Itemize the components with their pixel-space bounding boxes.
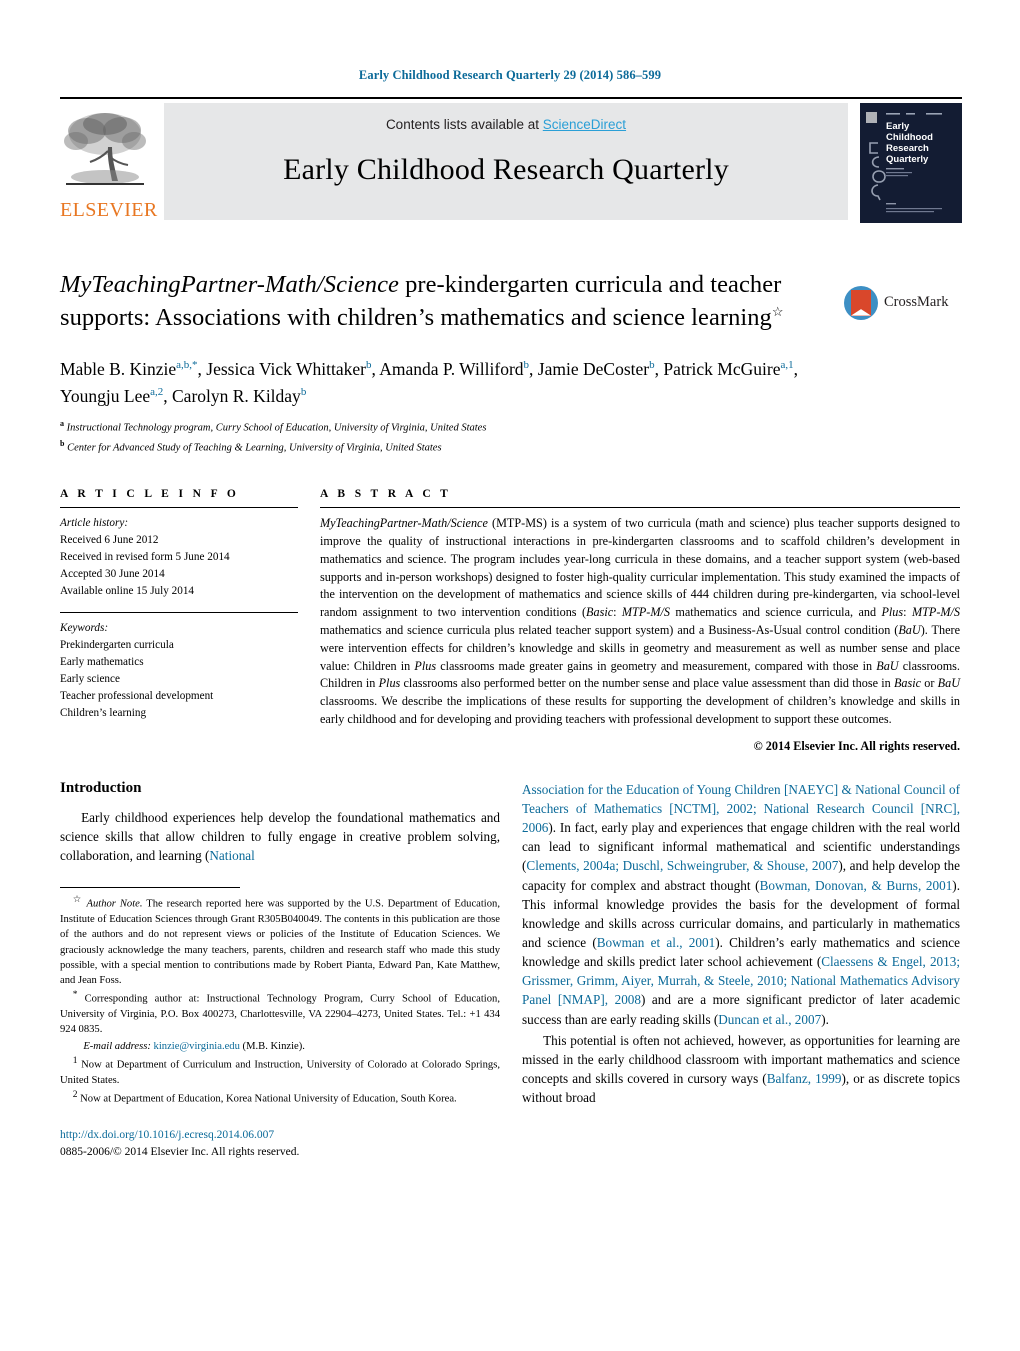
journal-cover-thumbnail: Early Childhood Research Quarterly	[860, 103, 962, 223]
keyword-item: Early mathematics	[60, 656, 144, 669]
footnote-note-2: 2 Now at Department of Education, Korea …	[72, 1089, 457, 1105]
abstract-heading: A B S T R A C T	[320, 488, 452, 501]
journal-title: Early Childhood Research Quarterly	[283, 153, 729, 186]
intro-paragraph-left: Early childhood experiences help develop…	[60, 809, 500, 864]
divider	[320, 507, 960, 509]
title-italic-part: MyTeachingPartner-Math/Science	[60, 271, 399, 298]
title-area: MyTeachingPartner-Math/Science pre-kinde…	[60, 269, 960, 334]
paper-page: Early Childhood Research Quarterly 29 (2…	[0, 0, 1020, 1351]
title-footnote-marker: ☆	[771, 303, 784, 319]
contents-prefix: Contents lists available at	[385, 117, 543, 132]
divider	[60, 612, 298, 614]
footnote-note-1: 1 Now at Department of Curriculum and In…	[60, 1055, 500, 1086]
abstract-column: A B S T R A C T MyTeachingPartner-Math/S…	[320, 488, 960, 754]
svg-text:Research: Research	[886, 143, 929, 154]
footnote-author-note: ☆ Author Note. The research reported her…	[60, 895, 500, 987]
author-affil-mark: b	[300, 385, 307, 398]
body-column-left: Introduction Early childhood experiences…	[60, 780, 500, 1161]
article-history: Article history: Received 6 June 2012 Re…	[60, 515, 298, 600]
affiliation-mark-b: b	[60, 438, 65, 448]
crossmark-badge[interactable]: CrossMark	[844, 269, 960, 334]
article-history-label: Article history:	[60, 517, 129, 530]
keyword-item: Teacher professional development	[60, 690, 214, 703]
abstract-text: MyTeachingPartner-Math/Science (MTP-MS) …	[320, 516, 961, 727]
introduction-heading: Introduction	[60, 779, 142, 796]
keyword-item: Children’s learning	[60, 707, 147, 720]
info-abstract-row: A R T I C L E I N F O Article history: R…	[60, 488, 960, 754]
journal-masthead: ELSEVIER Contents lists available at Sci…	[60, 97, 962, 223]
affiliation-b: b Center for Advanced Study of Teaching …	[60, 438, 960, 456]
affiliation-mark-a: a	[60, 419, 64, 429]
abstract-copyright: © 2014 Elsevier Inc. All rights reserved…	[753, 738, 960, 753]
author-affil-mark: b	[365, 359, 372, 372]
footnote-corresponding-author: * Corresponding author at: Instructional…	[60, 990, 500, 1036]
sciencedirect-link[interactable]: ScienceDirect	[543, 117, 626, 132]
svg-text:Childhood: Childhood	[886, 132, 933, 143]
contents-lists-line: Contents lists available at ScienceDirec…	[164, 103, 848, 132]
affiliation-text-a: Instructional Technology program, Curry …	[66, 422, 487, 434]
article-info-column: A R T I C L E I N F O Article history: R…	[60, 488, 298, 754]
author-list: Mable B. Kinziea,b,*, Jessica Vick Whitt…	[60, 359, 798, 406]
divider	[60, 507, 298, 509]
elsevier-tree-icon	[60, 107, 150, 199]
keyword-item: Prekindergarten curricula	[60, 639, 174, 652]
svg-text:Quarterly: Quarterly	[886, 154, 929, 165]
author-affil-mark: a,2	[150, 385, 164, 398]
history-item: Accepted 30 June 2014	[60, 568, 165, 581]
keywords-block: Keywords: Prekindergarten curricula Earl…	[60, 620, 298, 722]
elsevier-wordmark: ELSEVIER	[60, 199, 158, 221]
keyword-item: Early science	[60, 673, 120, 686]
keywords-label: Keywords:	[60, 622, 109, 635]
author-affil-mark: b	[649, 359, 655, 372]
footnote-rule	[60, 887, 240, 894]
author-corresponding-mark: *	[192, 359, 198, 372]
author-affil-mark: b	[523, 359, 530, 372]
footnote-email[interactable]: E-mail address: kinzie@virginia.edu (M.B…	[60, 1039, 500, 1054]
crossmark-label: CrossMark	[884, 294, 949, 311]
issn-copyright-line: 0885-2006/© 2014 Elsevier Inc. All right…	[60, 1145, 300, 1158]
page-title: MyTeachingPartner-Math/Science pre-kinde…	[60, 269, 844, 334]
running-head: Early Childhood Research Quarterly 29 (2…	[358, 68, 662, 82]
article-info-heading: A R T I C L E I N F O	[60, 488, 240, 501]
intro-paragraph-right-2: This potential is often not achieved, ho…	[522, 1032, 961, 1106]
crossmark-icon	[844, 285, 878, 320]
affiliation-text-b: Center for Advanced Study of Teaching & …	[67, 442, 442, 454]
history-item: Available online 15 July 2014	[60, 585, 195, 598]
author-affil-mark: a,1	[780, 359, 794, 372]
author-affil-mark: a,b,	[176, 359, 193, 372]
history-item: Received 6 June 2012	[60, 534, 159, 547]
body-column-right: Association for the Education of Young C…	[522, 780, 960, 1161]
affiliation-a: a Instructional Technology program, Curr…	[60, 418, 960, 436]
svg-text:Early: Early	[886, 121, 910, 132]
history-item: Received in revised form 5 June 2014	[60, 551, 230, 564]
journal-band: Contents lists available at ScienceDirec…	[164, 103, 848, 220]
elsevier-logo: ELSEVIER	[60, 103, 158, 221]
doi-link[interactable]: http://dx.doi.org/10.1016/j.ecresq.2014.…	[60, 1127, 500, 1144]
footer-doi-block: http://dx.doi.org/10.1016/j.ecresq.2014.…	[60, 1127, 500, 1162]
intro-paragraph-right-1: Association for the Education of Young C…	[522, 781, 961, 1027]
body-columns: Introduction Early childhood experiences…	[60, 780, 960, 1161]
